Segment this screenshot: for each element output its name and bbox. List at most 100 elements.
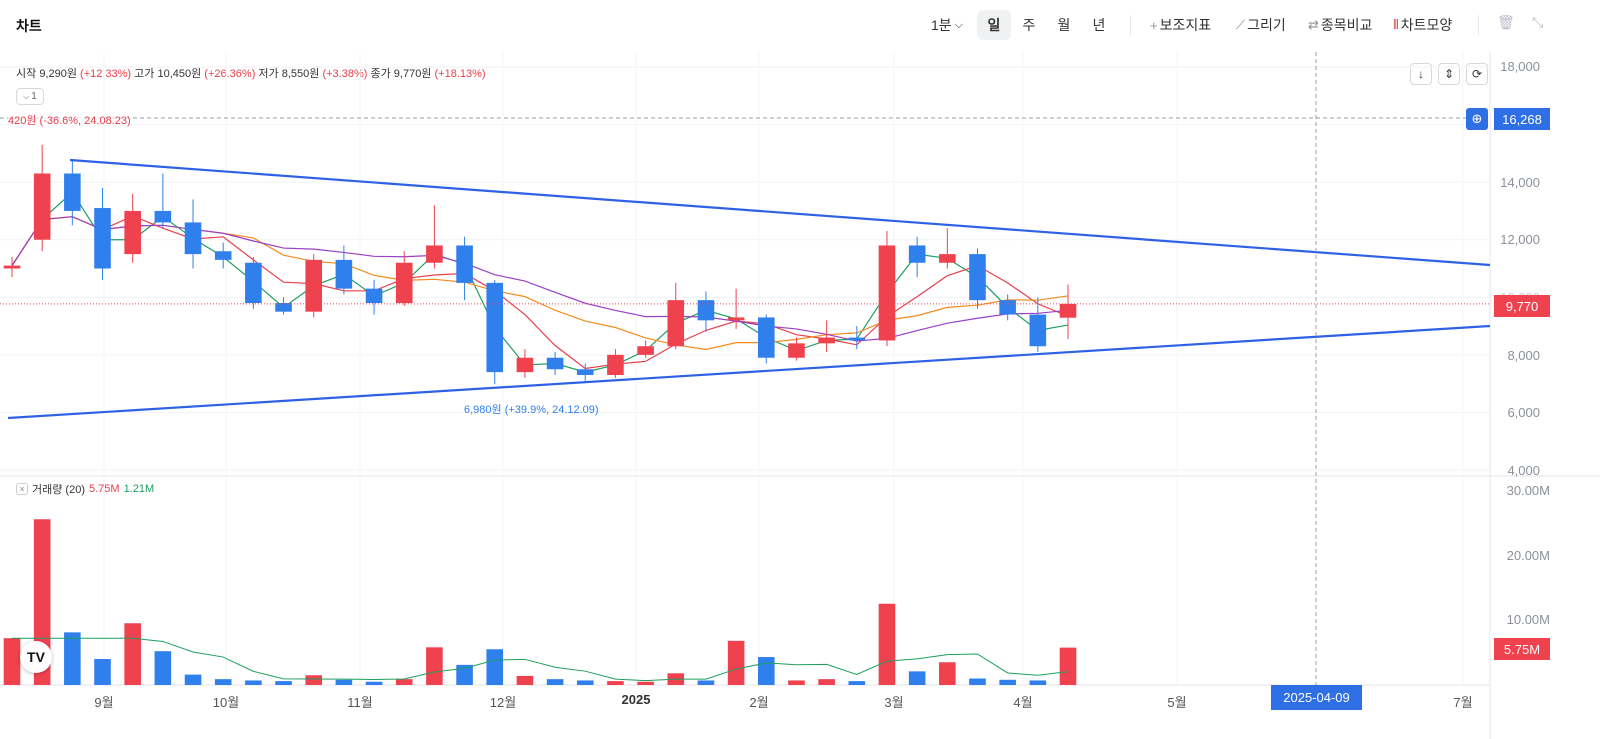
candle [456, 245, 473, 283]
candle [878, 245, 896, 341]
volume-bar [969, 678, 986, 685]
volume-value-2: 1.21M [123, 483, 155, 495]
volume-bar [1029, 680, 1047, 685]
ma120-line [11, 216, 1069, 342]
candle [486, 282, 504, 373]
candle [426, 245, 443, 263]
candle [335, 259, 353, 289]
candle [908, 245, 926, 263]
candle [516, 357, 534, 373]
x-tick: 2025 [621, 692, 651, 707]
volume-bar [184, 674, 202, 685]
volume-bar [637, 681, 654, 685]
volume-tick: 20.00M [1506, 548, 1550, 563]
close-icon[interactable]: × [16, 483, 28, 495]
candle [546, 357, 564, 370]
volume-bar [395, 679, 413, 685]
volume-tick: 10.00M [1506, 612, 1550, 627]
volume-bar [124, 623, 141, 685]
volume-label: 거래량 (20) [32, 484, 85, 496]
candle [576, 369, 594, 376]
x-tick: 2월 [749, 695, 769, 710]
crosshair-date-tag: 2025-04-09 [1271, 685, 1362, 710]
candle [999, 300, 1016, 315]
volume-value-1: 5.75M [88, 483, 120, 495]
candle [818, 337, 835, 344]
volume-bar [486, 649, 504, 685]
volume-bar [1059, 647, 1077, 685]
x-tick: 7월 [1453, 695, 1473, 710]
candle [184, 222, 202, 255]
volume-bar [516, 675, 534, 685]
lower-trendline [7, 324, 1491, 420]
volume-bar [546, 679, 564, 685]
add-alert-icon[interactable]: ⊕ [1466, 108, 1488, 130]
volume-bar [245, 680, 262, 685]
x-tick: 12월 [489, 695, 517, 710]
price-tick: 14,000 [1500, 175, 1540, 190]
volume-bar [335, 679, 353, 685]
candle [275, 303, 292, 312]
x-tick: 4월 [1013, 695, 1033, 710]
volume-bar [607, 681, 624, 685]
candle [607, 354, 624, 376]
x-tick: 11월 [347, 695, 373, 710]
candle [939, 254, 956, 263]
volume-tick: 30.00M [1506, 483, 1550, 498]
volume-bar [697, 680, 715, 685]
candle [395, 262, 413, 304]
volume-bar [848, 681, 866, 685]
volume-bar [939, 662, 956, 685]
upper-trendline [69, 158, 1491, 267]
volume-bar [878, 603, 896, 685]
volume-bar [64, 632, 81, 685]
candle [33, 173, 51, 240]
volume-bar [426, 647, 443, 685]
x-tick: 5월 [1167, 695, 1187, 710]
volume-bar [94, 659, 111, 685]
candle [637, 346, 654, 355]
volume-bar [727, 640, 745, 685]
price-chart[interactable] [0, 0, 1600, 739]
crosshair-price-tag: 16,268 [1494, 108, 1550, 130]
current-price-tag: 9,770 [1494, 295, 1550, 317]
volume-bar [788, 680, 805, 685]
volume-bar [576, 680, 594, 685]
volume-bar [999, 679, 1016, 685]
volume-bar [214, 679, 232, 685]
volume-bar [365, 681, 383, 685]
x-tick: 10월 [212, 695, 240, 710]
candle [124, 210, 141, 255]
price-tick: 4,000 [1507, 463, 1540, 478]
volume-bar [818, 679, 835, 685]
candle [727, 317, 745, 321]
candle [214, 251, 232, 260]
ma20-line [11, 215, 1069, 370]
volume-bar [305, 675, 323, 685]
volume-legend: × 거래량 (20) 5.75M 1.21M [16, 481, 154, 497]
candle [757, 317, 775, 358]
volume-bar [3, 638, 21, 685]
candle [697, 300, 715, 321]
candle [3, 265, 21, 269]
candle [1029, 314, 1047, 347]
current-volume-tag: 5.75M [1494, 638, 1550, 660]
volume-bar [154, 651, 172, 685]
x-tick: 3월 [884, 695, 904, 710]
low-marker-label: 6,980원 (+39.9%, 24.12.09) [464, 404, 599, 416]
candle [848, 337, 866, 341]
price-tick: 6,000 [1507, 405, 1540, 420]
candle [788, 343, 805, 358]
volume-bar [908, 671, 926, 685]
tradingview-logo[interactable]: TV [20, 641, 52, 673]
candle [305, 259, 323, 312]
candle [365, 288, 383, 304]
candle [154, 210, 172, 223]
volume-bar [757, 657, 775, 685]
candle [969, 254, 986, 301]
x-tick: 9월 [94, 695, 114, 710]
high-marker-label: 420원 (-36.6%, 24.08.23) [8, 112, 131, 128]
volume-bar [275, 681, 292, 685]
candle [1059, 303, 1077, 318]
candle [245, 262, 262, 304]
